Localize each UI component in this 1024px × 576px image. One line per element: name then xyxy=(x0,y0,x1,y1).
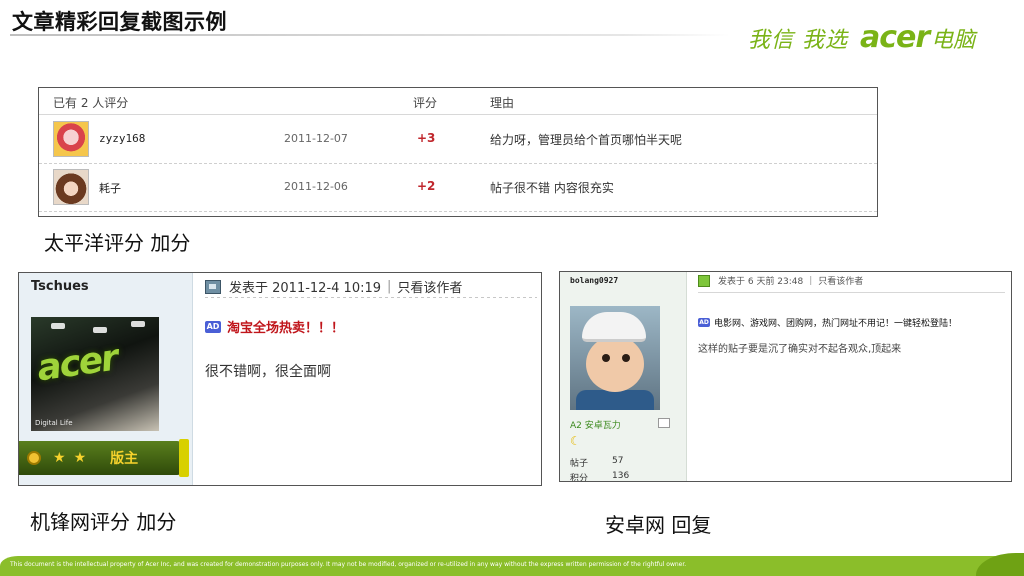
stat-points: 积分 136 xyxy=(570,471,629,482)
post-body: 这样的贴子要是沉了确实对不起各观众,顶起来 xyxy=(698,344,902,355)
rating-panel: 已有 2 人评分 评分 理由 zyzy168 2011-12-07 +3 给力呀… xyxy=(38,87,878,217)
rating-score: +2 xyxy=(417,179,436,193)
avatar-acer-logo: acer xyxy=(34,337,120,390)
star-icon: ★ xyxy=(53,450,66,466)
star-icon: ★ xyxy=(73,450,87,466)
avatar-eye xyxy=(602,354,610,362)
avatar-shirt xyxy=(576,390,654,410)
anzhuo-post-content: 发表于 6 天前 23:48 | 只看该作者 AD 电影网、游戏网、团购网，热门… xyxy=(698,272,1011,481)
score-column-header: 评分 xyxy=(413,96,438,110)
stat-value: 136 xyxy=(612,471,630,481)
rating-header: 已有 2 人评分 评分 理由 xyxy=(39,88,877,115)
stat-posts: 帖子 57 xyxy=(570,456,623,469)
only-author-link[interactable]: 只看该作者 xyxy=(818,274,863,287)
moderator-badge: ★ ★ 版主 xyxy=(19,439,189,477)
medal-icon xyxy=(27,451,41,465)
post-meta: 发表于 6 天前 23:48 | 只看该作者 xyxy=(698,274,863,287)
post-divider xyxy=(205,297,537,298)
brand-name: acer xyxy=(860,20,930,55)
caption-taipingyang: 太平洋评分 加分 xyxy=(44,231,191,255)
reason-column-header: 理由 xyxy=(490,96,515,110)
footer-band: This document is the intellectual proper… xyxy=(0,553,1024,576)
ad-banner[interactable]: AD 电影网、游戏网、团购网，热门网址不用记！一键轻松登陆！ xyxy=(698,316,957,329)
rated-count-label: 已有 2 人评分 xyxy=(53,96,129,110)
table-row: 耗子 2011-12-06 +2 帖子很不错 内容很充实 xyxy=(39,164,877,212)
ceiling-light xyxy=(51,323,65,329)
acer-brand-logo: 我信 我选 acer 电脑 xyxy=(748,20,975,55)
user-rank: A2 安卓瓦力 xyxy=(570,421,621,431)
avatar[interactable] xyxy=(53,121,89,157)
rating-reason: 帖子很不错 内容很充实 xyxy=(490,181,614,195)
stat-label: 积分 xyxy=(570,474,589,482)
post-author-name[interactable]: Tschues xyxy=(31,279,89,294)
avatar-eye xyxy=(622,354,630,362)
moderator-label: 版主 xyxy=(110,451,139,467)
stat-label: 帖子 xyxy=(570,459,589,469)
caption-jifeng: 机锋网评分 加分 xyxy=(30,510,177,534)
post-icon xyxy=(698,274,710,287)
post-body: 很不错啊，很全面啊 xyxy=(205,364,331,380)
rater-username[interactable]: 耗子 xyxy=(99,180,121,196)
anzhuo-post-panel: bolang0927 A2 安卓瓦力 ☾ 帖子 57 积分 136 发表于 6 … xyxy=(559,271,1012,482)
avatar[interactable] xyxy=(53,169,89,205)
title-divider xyxy=(10,34,730,36)
post-divider xyxy=(698,292,1005,293)
badge-end-cap xyxy=(179,439,189,477)
anzhuo-user-sidebar: bolang0927 A2 安卓瓦力 ☾ 帖子 57 积分 136 xyxy=(560,272,687,481)
caption-anzhuo: 安卓网 回复 xyxy=(605,513,712,537)
post-author-name[interactable]: bolang0927 xyxy=(570,276,618,285)
ad-link[interactable]: 电影网、游戏网、团购网，热门网址不用记！一键轻松登陆！ xyxy=(714,316,957,329)
ceiling-light xyxy=(131,321,145,327)
page-title: 文章精彩回复截图示例 xyxy=(12,10,227,34)
brand-suffix: 电脑 xyxy=(931,28,976,53)
avatar-face xyxy=(586,336,644,392)
rating-score: +3 xyxy=(417,131,436,145)
rating-reason: 给力呀，管理员给个首页哪怕半天呢 xyxy=(490,133,683,147)
ad-icon: AD xyxy=(205,320,221,333)
stat-value: 57 xyxy=(612,456,624,466)
jifeng-post-content: 发表于 2011-12-4 10:19 | 只看该作者 AD 淘宝全场热卖！！！… xyxy=(205,273,541,485)
separator: | xyxy=(809,275,813,286)
avatar-cap xyxy=(582,312,646,342)
table-row: zyzy168 2011-12-07 +3 给力呀，管理员给个首页哪怕半天呢 xyxy=(39,116,877,164)
rater-username[interactable]: zyzy168 xyxy=(99,132,145,145)
only-author-link[interactable]: 只看该作者 xyxy=(397,277,462,296)
ad-banner[interactable]: AD 淘宝全场热卖！！！ xyxy=(205,317,344,336)
jifeng-user-sidebar: Tschues acer Digital Life ★ ★ 版主 xyxy=(19,273,193,485)
moon-icon: ☾ xyxy=(570,434,581,448)
separator: | xyxy=(387,279,392,294)
avatar[interactable]: acer Digital Life xyxy=(31,317,159,431)
rating-date: 2011-12-06 xyxy=(284,180,348,193)
ad-icon: AD xyxy=(698,318,710,327)
avatar-caption: Digital Life xyxy=(35,419,73,427)
post-meta: 发表于 2011-12-4 10:19 | 只看该作者 xyxy=(205,277,462,296)
avatar[interactable] xyxy=(570,306,660,410)
footer-disclaimer: This document is the intellectual proper… xyxy=(10,561,687,568)
message-icon[interactable] xyxy=(658,418,670,428)
rating-date: 2011-12-07 xyxy=(284,132,348,145)
post-icon xyxy=(205,279,221,294)
brand-slogan: 我信 我选 xyxy=(748,28,848,53)
ad-link[interactable]: 淘宝全场热卖！！！ xyxy=(227,317,344,336)
post-time: 发表于 6 天前 23:48 xyxy=(718,277,804,287)
ceiling-light xyxy=(93,327,107,333)
post-time: 发表于 2011-12-4 10:19 xyxy=(229,281,382,296)
jifeng-post-panel: Tschues acer Digital Life ★ ★ 版主 发表于 201… xyxy=(18,272,542,486)
